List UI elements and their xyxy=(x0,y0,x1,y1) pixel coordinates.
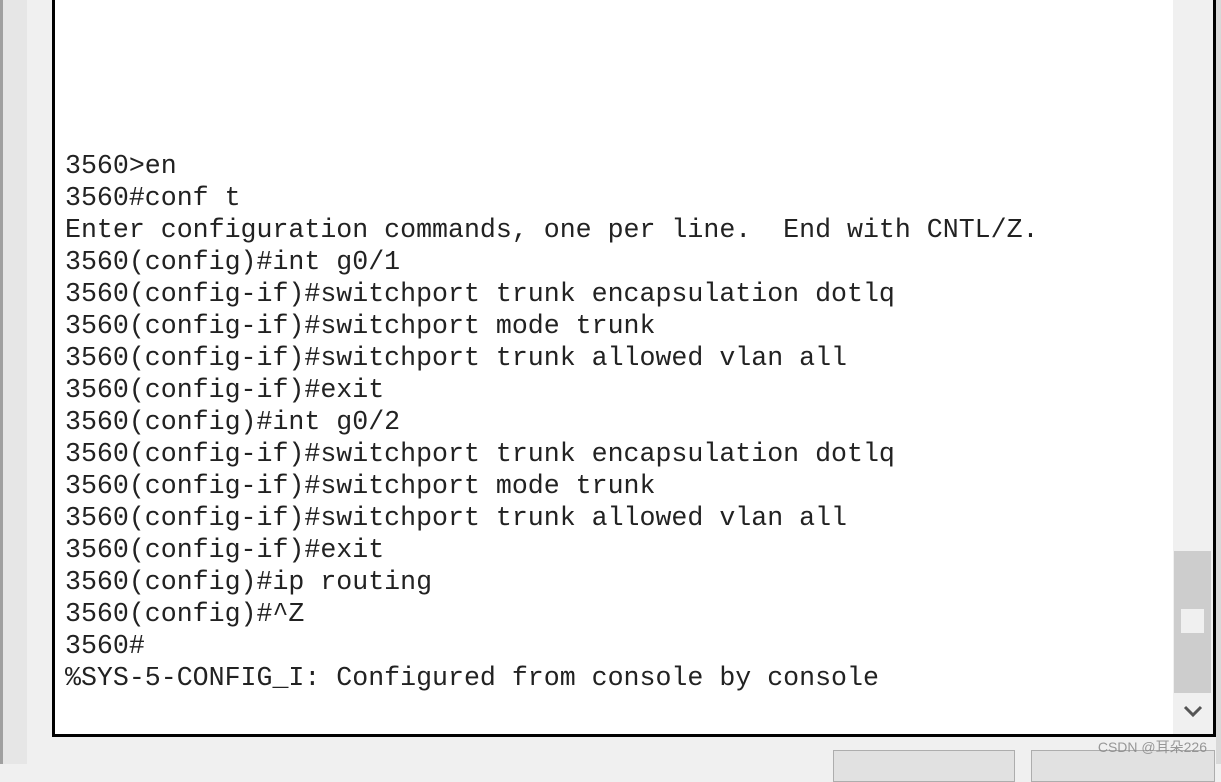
terminal-line: 3560(config-if)#switchport mode trunk xyxy=(65,311,656,341)
window-edge xyxy=(1216,0,1221,764)
terminal-line: 3560>en xyxy=(65,151,177,181)
scrollbar-grip xyxy=(1181,609,1204,633)
terminal-line: 3560(config)#int g0/1 xyxy=(65,247,401,277)
side-panel xyxy=(3,0,27,764)
terminal-line: 3560(config-if)#exit xyxy=(65,375,385,405)
terminal-line: 3560# xyxy=(65,631,145,661)
terminal-line: 3560(config-if)#switchport mode trunk xyxy=(65,471,656,501)
terminal-output: 3560>en 3560#conf t Enter configuration co… xyxy=(65,150,1039,694)
terminal-line: 3560(config-if)#switchport trunk encapsu… xyxy=(65,279,895,309)
terminal-line: Enter configuration commands, one per li… xyxy=(65,215,1039,245)
terminal-line: 3560(config-if)#switchport trunk encapsu… xyxy=(65,439,895,469)
terminal-line: 3560(config)#int g0/2 xyxy=(65,407,401,437)
terminal-line: 3560(config)#^Z xyxy=(65,599,305,629)
terminal-line: 3560(config)#ip routing xyxy=(65,567,433,597)
cli-terminal[interactable]: 3560>en 3560#conf t Enter configuration co… xyxy=(52,0,1216,737)
vertical-scrollbar[interactable] xyxy=(1173,0,1213,734)
terminal-line: 3560#conf t xyxy=(65,183,241,213)
chevron-down-icon[interactable] xyxy=(1181,699,1205,723)
watermark: CSDN @耳朵226 xyxy=(1097,739,1207,755)
terminal-line: 3560(config-if)#exit xyxy=(65,535,385,565)
scrollbar-thumb[interactable] xyxy=(1174,551,1211,693)
terminal-line: 3560(config-if)#switchport trunk allowed… xyxy=(65,343,847,373)
terminal-line: 3560(config-if)#switchport trunk allowed… xyxy=(65,503,847,533)
terminal-line: %SYS-5-CONFIG_I: Configured from console… xyxy=(65,663,879,693)
dialog-button[interactable] xyxy=(833,750,1015,782)
